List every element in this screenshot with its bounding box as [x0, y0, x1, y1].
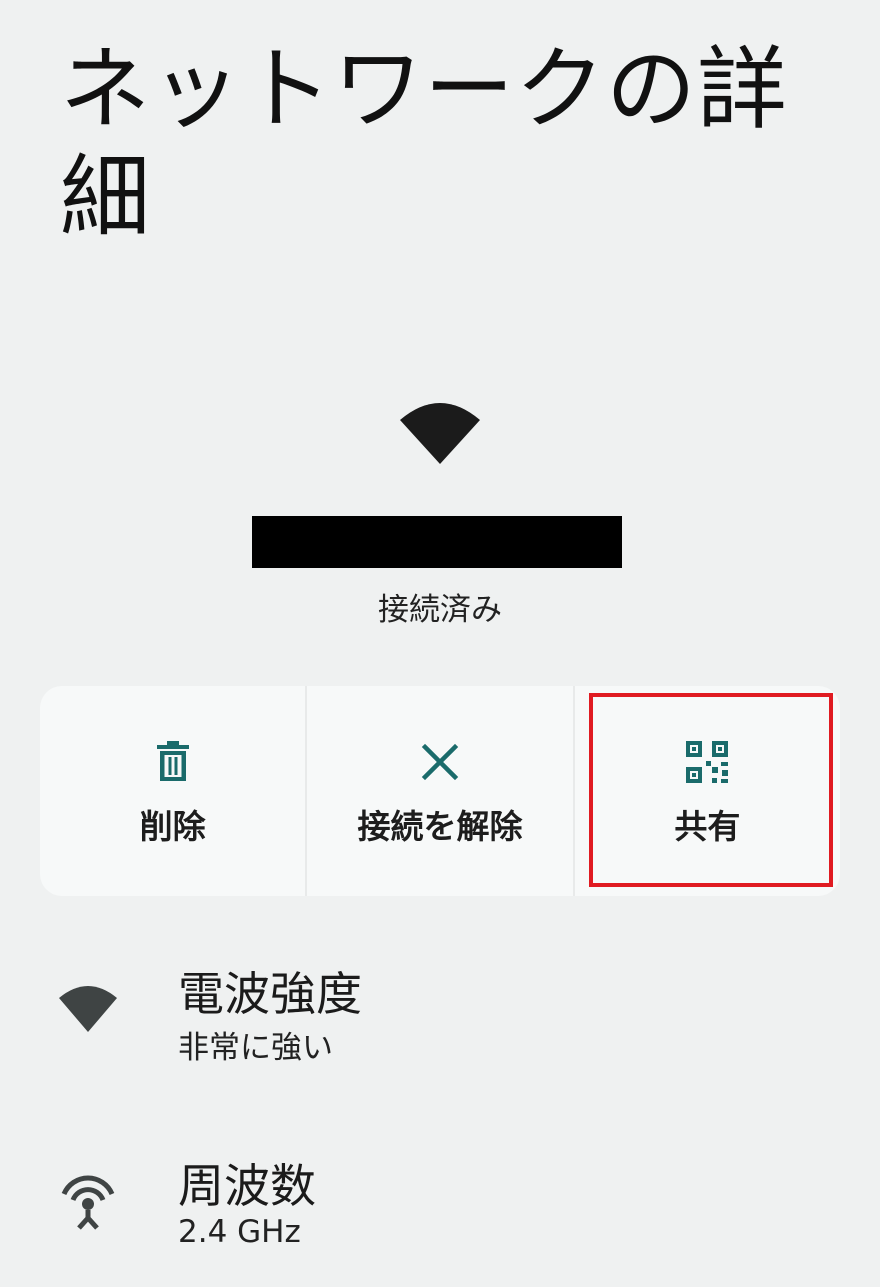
share-label: 共有 [674, 807, 741, 846]
signal-strength-title: 電波強度 [178, 967, 362, 1021]
frequency-row[interactable]: 周波数 2.4 GHz [0, 1150, 880, 1260]
delete-button[interactable]: 削除 [40, 686, 305, 896]
frequency-value: 2.4 GHz [178, 1214, 301, 1250]
connection-status: 接続済み [378, 592, 502, 628]
action-bar: 削除 接続を解除 共有 [40, 686, 840, 896]
network-name-redacted [252, 516, 622, 568]
delete-label: 削除 [139, 807, 206, 846]
wifi-signal-icon [400, 403, 480, 464]
close-icon [421, 743, 459, 781]
qr-code-icon [686, 741, 729, 783]
signal-strength-value: 非常に強い [178, 1030, 333, 1066]
disconnect-button[interactable]: 接続を解除 [305, 686, 572, 896]
frequency-title: 周波数 [178, 1159, 316, 1213]
page-title: ネットワークの詳細 [60, 37, 788, 250]
share-button[interactable]: 共有 [572, 686, 840, 896]
disconnect-label: 接続を解除 [357, 807, 523, 846]
signal-strength-row[interactable]: 電波強度 非常に強い [0, 958, 880, 1068]
wifi-signal-icon [59, 986, 117, 1032]
antenna-icon [61, 1175, 115, 1230]
trash-icon [156, 741, 189, 781]
